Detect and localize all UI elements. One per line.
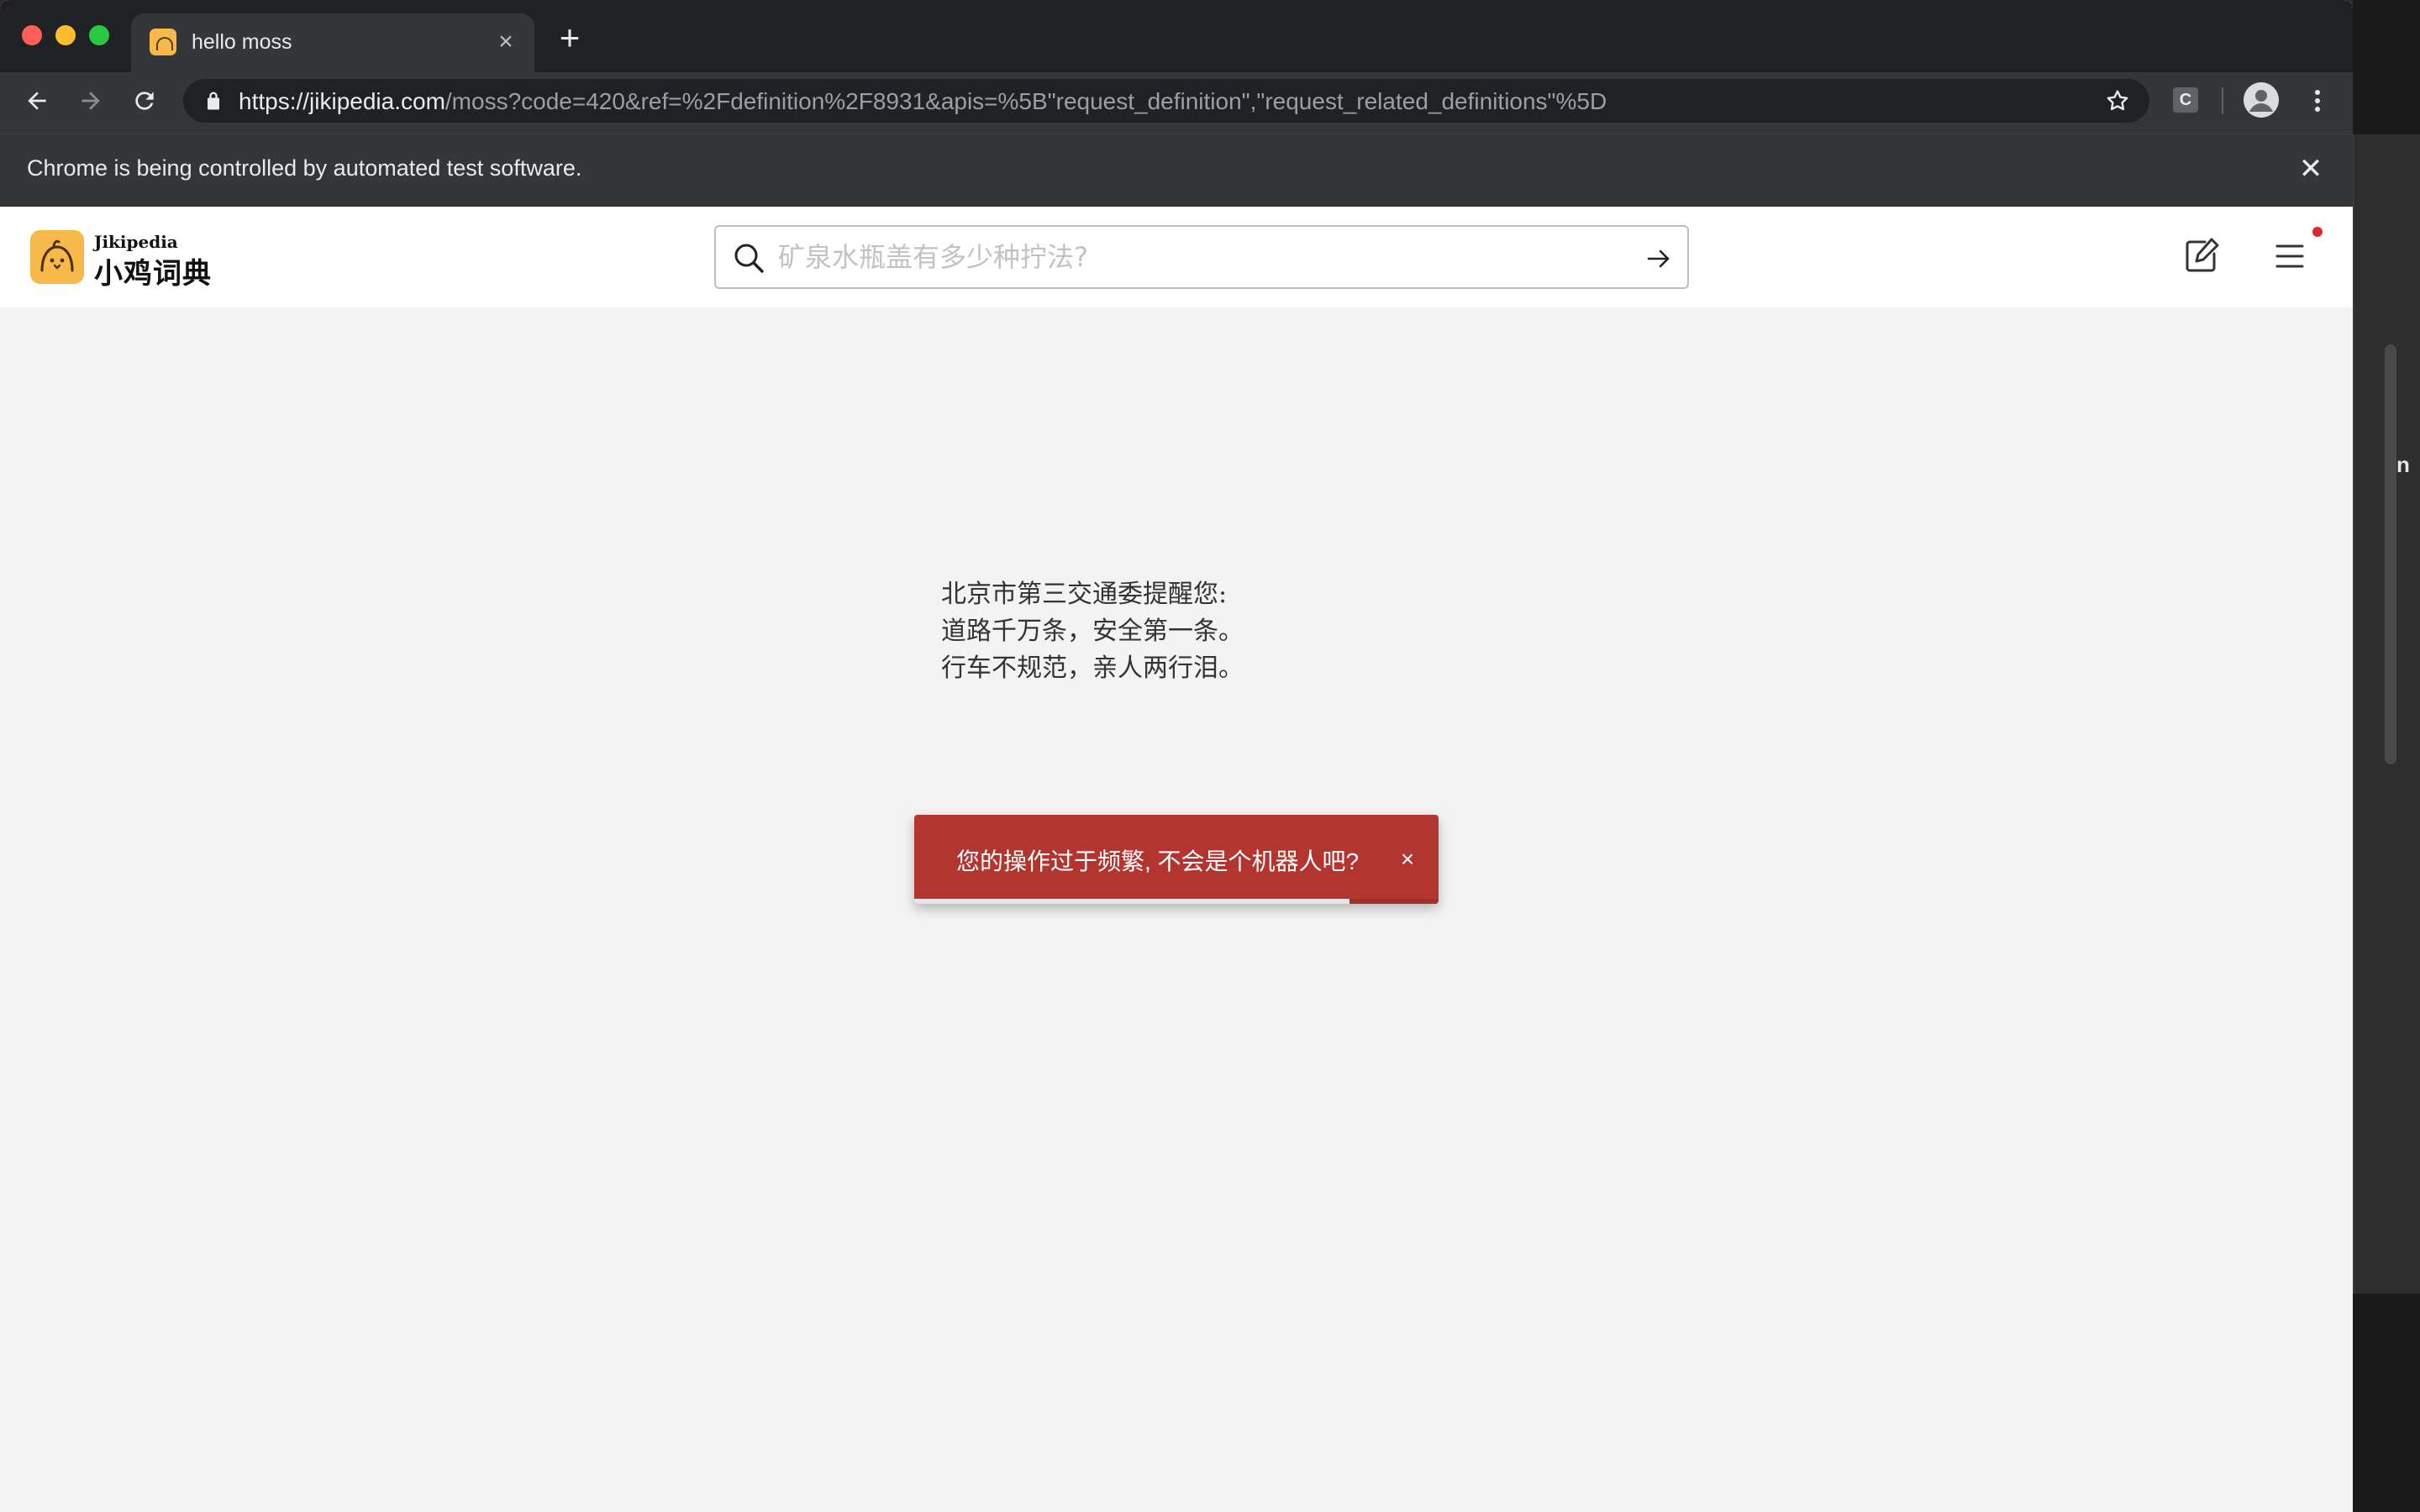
site-menu-button[interactable] bbox=[2270, 239, 2309, 274]
forward-arrow-icon bbox=[82, 92, 100, 110]
site-favicon-icon bbox=[150, 29, 176, 55]
url-text: https://jikipedia.com/moss?code=420&ref=… bbox=[239, 88, 1607, 115]
chick-logo-icon bbox=[30, 230, 84, 284]
page-content: 北京市第三交通委提醒您: 道路千万条，安全第一条。 行车不规范，亲人两行泪。 您… bbox=[0, 307, 2353, 1512]
background-scrollbar bbox=[2385, 344, 2396, 764]
toast-progress-track bbox=[914, 899, 1439, 904]
back-button[interactable] bbox=[20, 84, 54, 118]
tab-strip: hello moss × + bbox=[0, 0, 2353, 72]
more-vert-icon bbox=[2315, 90, 2320, 112]
search-submit-arrow-icon[interactable] bbox=[1644, 244, 1674, 274]
tab-title: hello moss bbox=[192, 30, 292, 54]
site-search-box bbox=[714, 225, 1689, 289]
background-window-text: n bbox=[2396, 452, 2410, 477]
window-minimize-button[interactable] bbox=[55, 25, 76, 45]
reload-button[interactable] bbox=[128, 84, 161, 118]
edit-icon bbox=[2186, 238, 2219, 272]
write-definition-button[interactable] bbox=[2180, 234, 2223, 277]
error-toast: 您的操作过于频繁, 不会是个机器人吧? × bbox=[914, 815, 1439, 904]
lock-icon bbox=[208, 92, 219, 110]
browser-toolbar: https://jikipedia.com/moss?code=420&ref=… bbox=[0, 72, 2353, 129]
toast-progress-bar bbox=[914, 899, 1349, 904]
automation-infobar: Chrome is being controlled by automated … bbox=[0, 129, 2353, 207]
toast-message: 您的操作过于频繁, 不会是个机器人吧? bbox=[956, 848, 1360, 874]
brand-name-english: Jikipedia bbox=[94, 232, 178, 252]
background-window-panel: n bbox=[2353, 134, 2420, 1294]
new-tab-button[interactable]: + bbox=[555, 20, 585, 55]
extension-c-button[interactable]: C bbox=[2173, 87, 2198, 113]
hamburger-menu-icon bbox=[2275, 244, 2304, 268]
poem-line: 北京市第三交通委提醒您: bbox=[941, 580, 1228, 609]
search-input[interactable] bbox=[776, 235, 1617, 279]
url-path: /moss?code=420&ref=%2Fdefinition%2F8931&… bbox=[445, 88, 1607, 114]
forward-button[interactable] bbox=[74, 84, 108, 118]
brand-name-chinese: 小鸡词典 bbox=[94, 258, 212, 290]
url-host: https://jikipedia.com bbox=[239, 88, 445, 114]
tab-close-icon[interactable]: × bbox=[492, 29, 519, 55]
browser-tab[interactable]: hello moss × bbox=[131, 13, 534, 72]
reload-icon bbox=[135, 92, 154, 110]
window-close-button[interactable] bbox=[22, 25, 42, 45]
toolbar-divider bbox=[2222, 87, 2223, 114]
poem-line: 道路千万条，安全第一条。 bbox=[941, 617, 1244, 646]
traffic-poem: 北京市第三交通委提醒您: 道路千万条，安全第一条。 行车不规范，亲人两行泪。 bbox=[941, 576, 1361, 687]
window-zoom-button[interactable] bbox=[89, 25, 109, 45]
site-header: Jikipedia 小鸡词典 bbox=[0, 207, 2353, 307]
search-icon bbox=[734, 244, 764, 273]
bookmark-star-icon[interactable] bbox=[2104, 87, 2131, 114]
back-arrow-icon bbox=[28, 92, 46, 110]
profile-avatar[interactable] bbox=[2244, 82, 2279, 118]
infobar-close-icon[interactable]: ✕ bbox=[2294, 152, 2328, 186]
browser-window: hello moss × + https://jikipedia.com/mos… bbox=[0, 0, 2353, 1512]
background-window: n bbox=[2353, 0, 2420, 1512]
site-logo-icon[interactable] bbox=[30, 230, 84, 284]
poem-line: 行车不规范，亲人两行泪。 bbox=[941, 654, 1244, 683]
notification-dot bbox=[2312, 227, 2323, 237]
person-icon bbox=[2244, 82, 2279, 118]
infobar-message: Chrome is being controlled by automated … bbox=[27, 155, 582, 181]
address-bar[interactable]: https://jikipedia.com/moss?code=420&ref=… bbox=[183, 79, 2149, 123]
toast-close-icon[interactable]: × bbox=[1395, 847, 1420, 872]
browser-menu-button[interactable] bbox=[2302, 84, 2333, 118]
